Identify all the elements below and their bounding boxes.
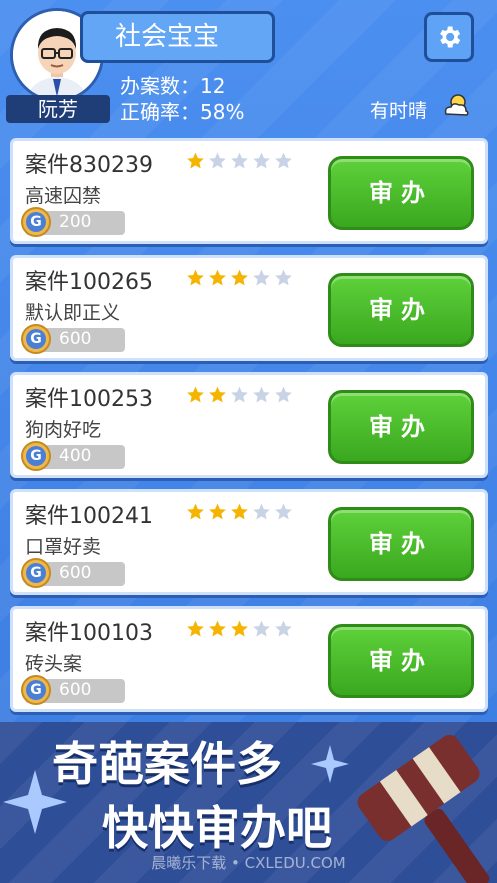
accuracy-value: 58% bbox=[200, 100, 245, 124]
difficulty-stars bbox=[185, 268, 295, 288]
reward-value: 200 bbox=[59, 212, 92, 232]
star-empty-icon bbox=[273, 151, 294, 171]
star-empty-icon bbox=[273, 385, 294, 405]
reward-badge: G 600 bbox=[21, 558, 125, 588]
reward-badge: G 200 bbox=[21, 207, 125, 237]
star-filled-icon bbox=[185, 619, 206, 639]
slogan-line-1: 奇葩案件多 bbox=[52, 737, 282, 791]
reward-badge: G 400 bbox=[21, 441, 125, 471]
star-empty-icon bbox=[229, 385, 250, 405]
difficulty-stars bbox=[185, 619, 295, 639]
accuracy-stat: 正确率：58% bbox=[120, 96, 244, 125]
star-empty-icon bbox=[251, 385, 272, 405]
reward-value: 600 bbox=[59, 680, 92, 700]
case-card: 案件830239 高速囚禁 G 200 审办 bbox=[10, 138, 488, 244]
coin-letter: G bbox=[26, 329, 46, 349]
coin-letter: G bbox=[26, 563, 46, 583]
case-name: 高速囚禁 bbox=[25, 185, 102, 207]
case-card: 案件100253 狗肉好吃 G 400 审办 bbox=[10, 372, 488, 478]
coin-icon: G bbox=[21, 558, 51, 588]
reward-value: 400 bbox=[59, 446, 92, 466]
star-filled-icon bbox=[185, 151, 206, 171]
difficulty-stars bbox=[185, 502, 295, 522]
cases-handled-value: 12 bbox=[200, 74, 226, 98]
star-filled-icon bbox=[185, 502, 206, 522]
star-filled-icon bbox=[185, 385, 206, 405]
handle-case-button[interactable]: 审办 bbox=[328, 624, 474, 698]
handle-case-button[interactable]: 审办 bbox=[328, 390, 474, 464]
case-name: 口罩好卖 bbox=[25, 536, 102, 558]
case-card: 案件100103 砖头案 G 600 审办 bbox=[10, 606, 488, 712]
case-title: 案件100103 bbox=[25, 621, 153, 646]
cases-handled-label: 办案数： bbox=[120, 74, 200, 98]
star-filled-icon bbox=[185, 268, 206, 288]
watermark-text: 晨曦乐下载 • CXLEDU.COM bbox=[151, 854, 346, 872]
star-filled-icon bbox=[207, 619, 228, 639]
case-card: 案件100265 默认即正义 G 600 审办 bbox=[10, 255, 488, 361]
star-empty-icon bbox=[273, 268, 294, 288]
accuracy-label: 正确率： bbox=[120, 100, 200, 124]
star-empty-icon bbox=[251, 151, 272, 171]
partly-sunny-icon bbox=[444, 94, 469, 116]
reward-value: 600 bbox=[59, 329, 92, 349]
slogan-line-2: 快快审办吧 bbox=[102, 801, 332, 855]
case-title: 案件100241 bbox=[25, 504, 153, 529]
star-empty-icon bbox=[251, 502, 272, 522]
player-header: 社会宝宝 阮芳 办案数：12 正确率：58% 有时晴 bbox=[0, 0, 497, 130]
reward-badge: G 600 bbox=[21, 324, 125, 354]
coin-letter: G bbox=[26, 212, 46, 232]
star-empty-icon bbox=[273, 619, 294, 639]
star-filled-icon bbox=[207, 268, 228, 288]
coin-icon: G bbox=[21, 324, 51, 354]
star-filled-icon bbox=[207, 502, 228, 522]
star-empty-icon bbox=[251, 268, 272, 288]
handle-case-button[interactable]: 审办 bbox=[328, 156, 474, 230]
case-title: 案件100265 bbox=[25, 270, 153, 295]
case-title: 案件830239 bbox=[25, 153, 153, 178]
case-title: 案件100253 bbox=[25, 387, 153, 412]
star-empty-icon bbox=[207, 151, 228, 171]
star-filled-icon bbox=[229, 619, 250, 639]
coin-letter: G bbox=[26, 446, 46, 466]
gear-icon bbox=[440, 26, 461, 48]
settings-button[interactable] bbox=[424, 12, 474, 62]
star-empty-icon bbox=[273, 502, 294, 522]
coin-letter: G bbox=[26, 680, 46, 700]
case-name: 狗肉好吃 bbox=[25, 419, 102, 441]
coin-icon: G bbox=[21, 441, 51, 471]
reward-value: 600 bbox=[59, 563, 92, 583]
star-filled-icon bbox=[229, 268, 250, 288]
player-name: 阮芳 bbox=[6, 95, 110, 123]
cases-handled-stat: 办案数：12 bbox=[120, 70, 225, 99]
difficulty-stars bbox=[185, 385, 295, 405]
coin-icon: G bbox=[21, 207, 51, 237]
star-empty-icon bbox=[251, 619, 272, 639]
star-filled-icon bbox=[207, 385, 228, 405]
case-name: 默认即正义 bbox=[25, 302, 121, 324]
handle-case-button[interactable]: 审办 bbox=[328, 507, 474, 581]
handle-case-button[interactable]: 审办 bbox=[328, 273, 474, 347]
player-title: 社会宝宝 bbox=[80, 11, 275, 63]
weather-label: 有时晴 bbox=[370, 100, 428, 122]
star-empty-icon bbox=[229, 151, 250, 171]
case-card: 案件100241 口罩好卖 G 600 审办 bbox=[10, 489, 488, 595]
case-name: 砖头案 bbox=[25, 653, 83, 675]
difficulty-stars bbox=[185, 151, 295, 171]
star-filled-icon bbox=[229, 502, 250, 522]
